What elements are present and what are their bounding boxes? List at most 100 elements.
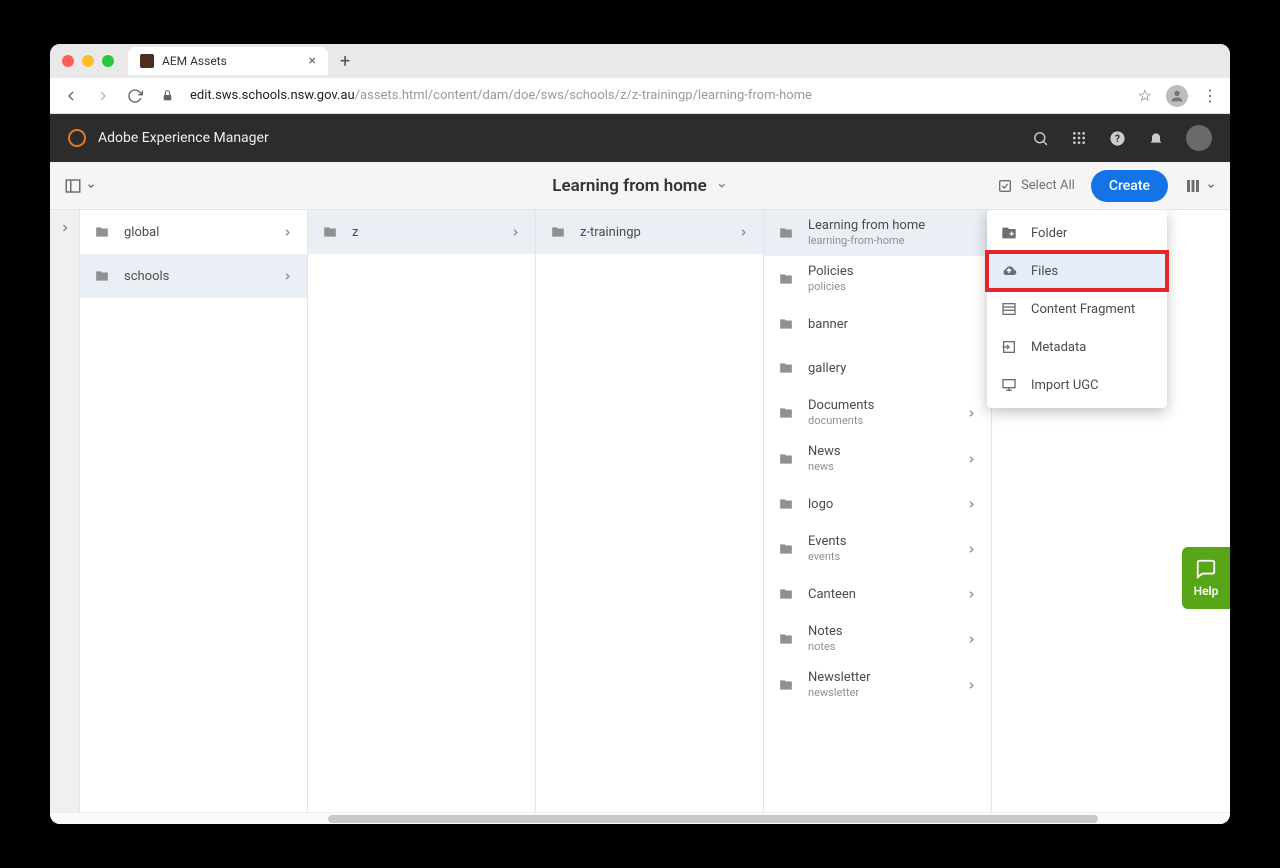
item-label: Newsletter bbox=[808, 671, 871, 685]
create-menu-item-content-fragment[interactable]: Content Fragment bbox=[987, 290, 1167, 328]
tab-close-icon[interactable]: × bbox=[309, 53, 316, 69]
profile-avatar-icon[interactable] bbox=[1166, 85, 1188, 107]
column-item[interactable]: global bbox=[80, 210, 307, 254]
forward-button[interactable] bbox=[94, 88, 112, 104]
column-item[interactable]: z bbox=[308, 210, 535, 254]
select-all-button[interactable]: Select All bbox=[997, 178, 1075, 194]
column-item[interactable]: z-trainingp bbox=[536, 210, 763, 254]
column-item[interactable]: Newsnews bbox=[764, 436, 991, 482]
select-all-icon bbox=[997, 178, 1013, 194]
menu-item-label: Import UGC bbox=[1031, 378, 1099, 393]
folder-icon bbox=[778, 452, 794, 466]
new-tab-button[interactable]: + bbox=[340, 51, 350, 72]
chat-icon bbox=[1194, 558, 1218, 580]
favicon-icon bbox=[140, 54, 154, 68]
folder-icon bbox=[778, 226, 794, 240]
create-menu-item-metadata[interactable]: Metadata bbox=[987, 328, 1167, 366]
bookmark-icon[interactable]: ☆ bbox=[1138, 86, 1152, 105]
chevron-right-icon bbox=[966, 499, 977, 510]
traffic-lights bbox=[62, 55, 114, 67]
item-label: News bbox=[808, 445, 841, 459]
column-item[interactable]: Learning from homelearning-from-home bbox=[764, 210, 991, 256]
column-item[interactable]: schools bbox=[80, 254, 307, 298]
svg-text:?: ? bbox=[1115, 134, 1120, 145]
bell-icon[interactable] bbox=[1148, 130, 1164, 146]
column-item[interactable]: logo bbox=[764, 482, 991, 526]
chevron-right-icon bbox=[966, 408, 977, 419]
folder-icon bbox=[778, 361, 794, 375]
chevron-right-icon bbox=[966, 680, 977, 691]
chevron-right-icon bbox=[510, 227, 521, 238]
chevron-right-icon bbox=[59, 222, 71, 234]
help-widget[interactable]: Help bbox=[1182, 547, 1230, 609]
help-label: Help bbox=[1194, 584, 1219, 598]
column-browser: globalschools z z-trainingp Learning fro… bbox=[50, 210, 1230, 812]
folder-icon bbox=[778, 406, 794, 420]
column-lead bbox=[50, 210, 80, 812]
item-sublabel: learning-from-home bbox=[808, 234, 925, 247]
folder-icon bbox=[778, 632, 794, 646]
maximise-window-icon[interactable] bbox=[102, 55, 114, 67]
fragment-icon bbox=[1001, 301, 1017, 317]
folder-icon bbox=[94, 225, 110, 239]
reload-button[interactable] bbox=[126, 88, 144, 104]
scrollbar-thumb[interactable] bbox=[328, 815, 1098, 823]
chevron-right-icon bbox=[966, 634, 977, 645]
folder-icon bbox=[778, 272, 794, 286]
url-field[interactable]: edit.sws.schools.nsw.gov.au/assets.html/… bbox=[190, 88, 1124, 103]
folder-plus-icon bbox=[1001, 225, 1017, 241]
help-icon[interactable]: ? bbox=[1109, 130, 1126, 147]
chevron-right-icon bbox=[282, 227, 293, 238]
kebab-menu-icon[interactable]: ⋮ bbox=[1202, 86, 1218, 105]
chevron-right-icon bbox=[738, 227, 749, 238]
lock-icon bbox=[158, 89, 176, 102]
view-switcher-button[interactable] bbox=[1184, 177, 1216, 195]
create-menu-item-folder[interactable]: Folder bbox=[987, 214, 1167, 252]
monitor-icon bbox=[1001, 377, 1017, 393]
search-icon[interactable] bbox=[1032, 130, 1049, 147]
item-sublabel: newsletter bbox=[808, 686, 871, 699]
titlebar: AEM Assets × + bbox=[50, 44, 1230, 78]
item-label: gallery bbox=[808, 361, 846, 376]
item-sublabel: notes bbox=[808, 640, 843, 653]
item-sublabel: events bbox=[808, 550, 846, 563]
minimise-window-icon[interactable] bbox=[82, 55, 94, 67]
browser-tab[interactable]: AEM Assets × bbox=[128, 47, 328, 75]
horizontal-scrollbar[interactable] bbox=[50, 812, 1230, 824]
apps-grid-icon[interactable] bbox=[1071, 130, 1087, 146]
column-item[interactable]: Canteen bbox=[764, 572, 991, 616]
aem-logo-icon[interactable] bbox=[68, 129, 86, 147]
create-menu-item-import-ugc[interactable]: Import UGC bbox=[987, 366, 1167, 404]
column-item[interactable]: banner bbox=[764, 302, 991, 346]
folder-icon bbox=[778, 587, 794, 601]
rail-toggle-button[interactable] bbox=[64, 177, 96, 195]
column-item[interactable]: Eventsevents bbox=[764, 526, 991, 572]
column-item[interactable]: gallery bbox=[764, 346, 991, 390]
column-item[interactable]: Newsletternewsletter bbox=[764, 662, 991, 708]
item-label: Documents bbox=[808, 399, 874, 413]
column-0: globalschools bbox=[80, 210, 308, 812]
chevron-right-icon bbox=[966, 544, 977, 555]
create-menu-item-files[interactable]: Files bbox=[987, 252, 1167, 290]
asset-toolbar: Learning from home Select All Create bbox=[50, 162, 1230, 210]
close-window-icon[interactable] bbox=[62, 55, 74, 67]
omnibox-actions: ☆ ⋮ bbox=[1138, 85, 1218, 107]
folder-icon bbox=[778, 497, 794, 511]
back-button[interactable] bbox=[62, 88, 80, 104]
user-avatar-icon[interactable] bbox=[1186, 125, 1212, 151]
item-label: Canteen bbox=[808, 587, 856, 602]
menu-item-label: Folder bbox=[1031, 226, 1067, 241]
tab-title: AEM Assets bbox=[162, 54, 227, 68]
column-item[interactable]: Policiespolicies bbox=[764, 256, 991, 302]
column-item[interactable]: Notesnotes bbox=[764, 616, 991, 662]
item-sublabel: policies bbox=[808, 280, 853, 293]
item-label: Events bbox=[808, 535, 846, 549]
create-button[interactable]: Create bbox=[1091, 170, 1168, 202]
aem-header: Adobe Experience Manager ? bbox=[50, 114, 1230, 162]
item-sublabel: news bbox=[808, 460, 841, 473]
select-all-label: Select All bbox=[1021, 178, 1075, 193]
column-item[interactable]: Documentsdocuments bbox=[764, 390, 991, 436]
page-title[interactable]: Learning from home bbox=[552, 176, 727, 196]
folder-icon bbox=[778, 542, 794, 556]
column-1: z bbox=[308, 210, 536, 812]
